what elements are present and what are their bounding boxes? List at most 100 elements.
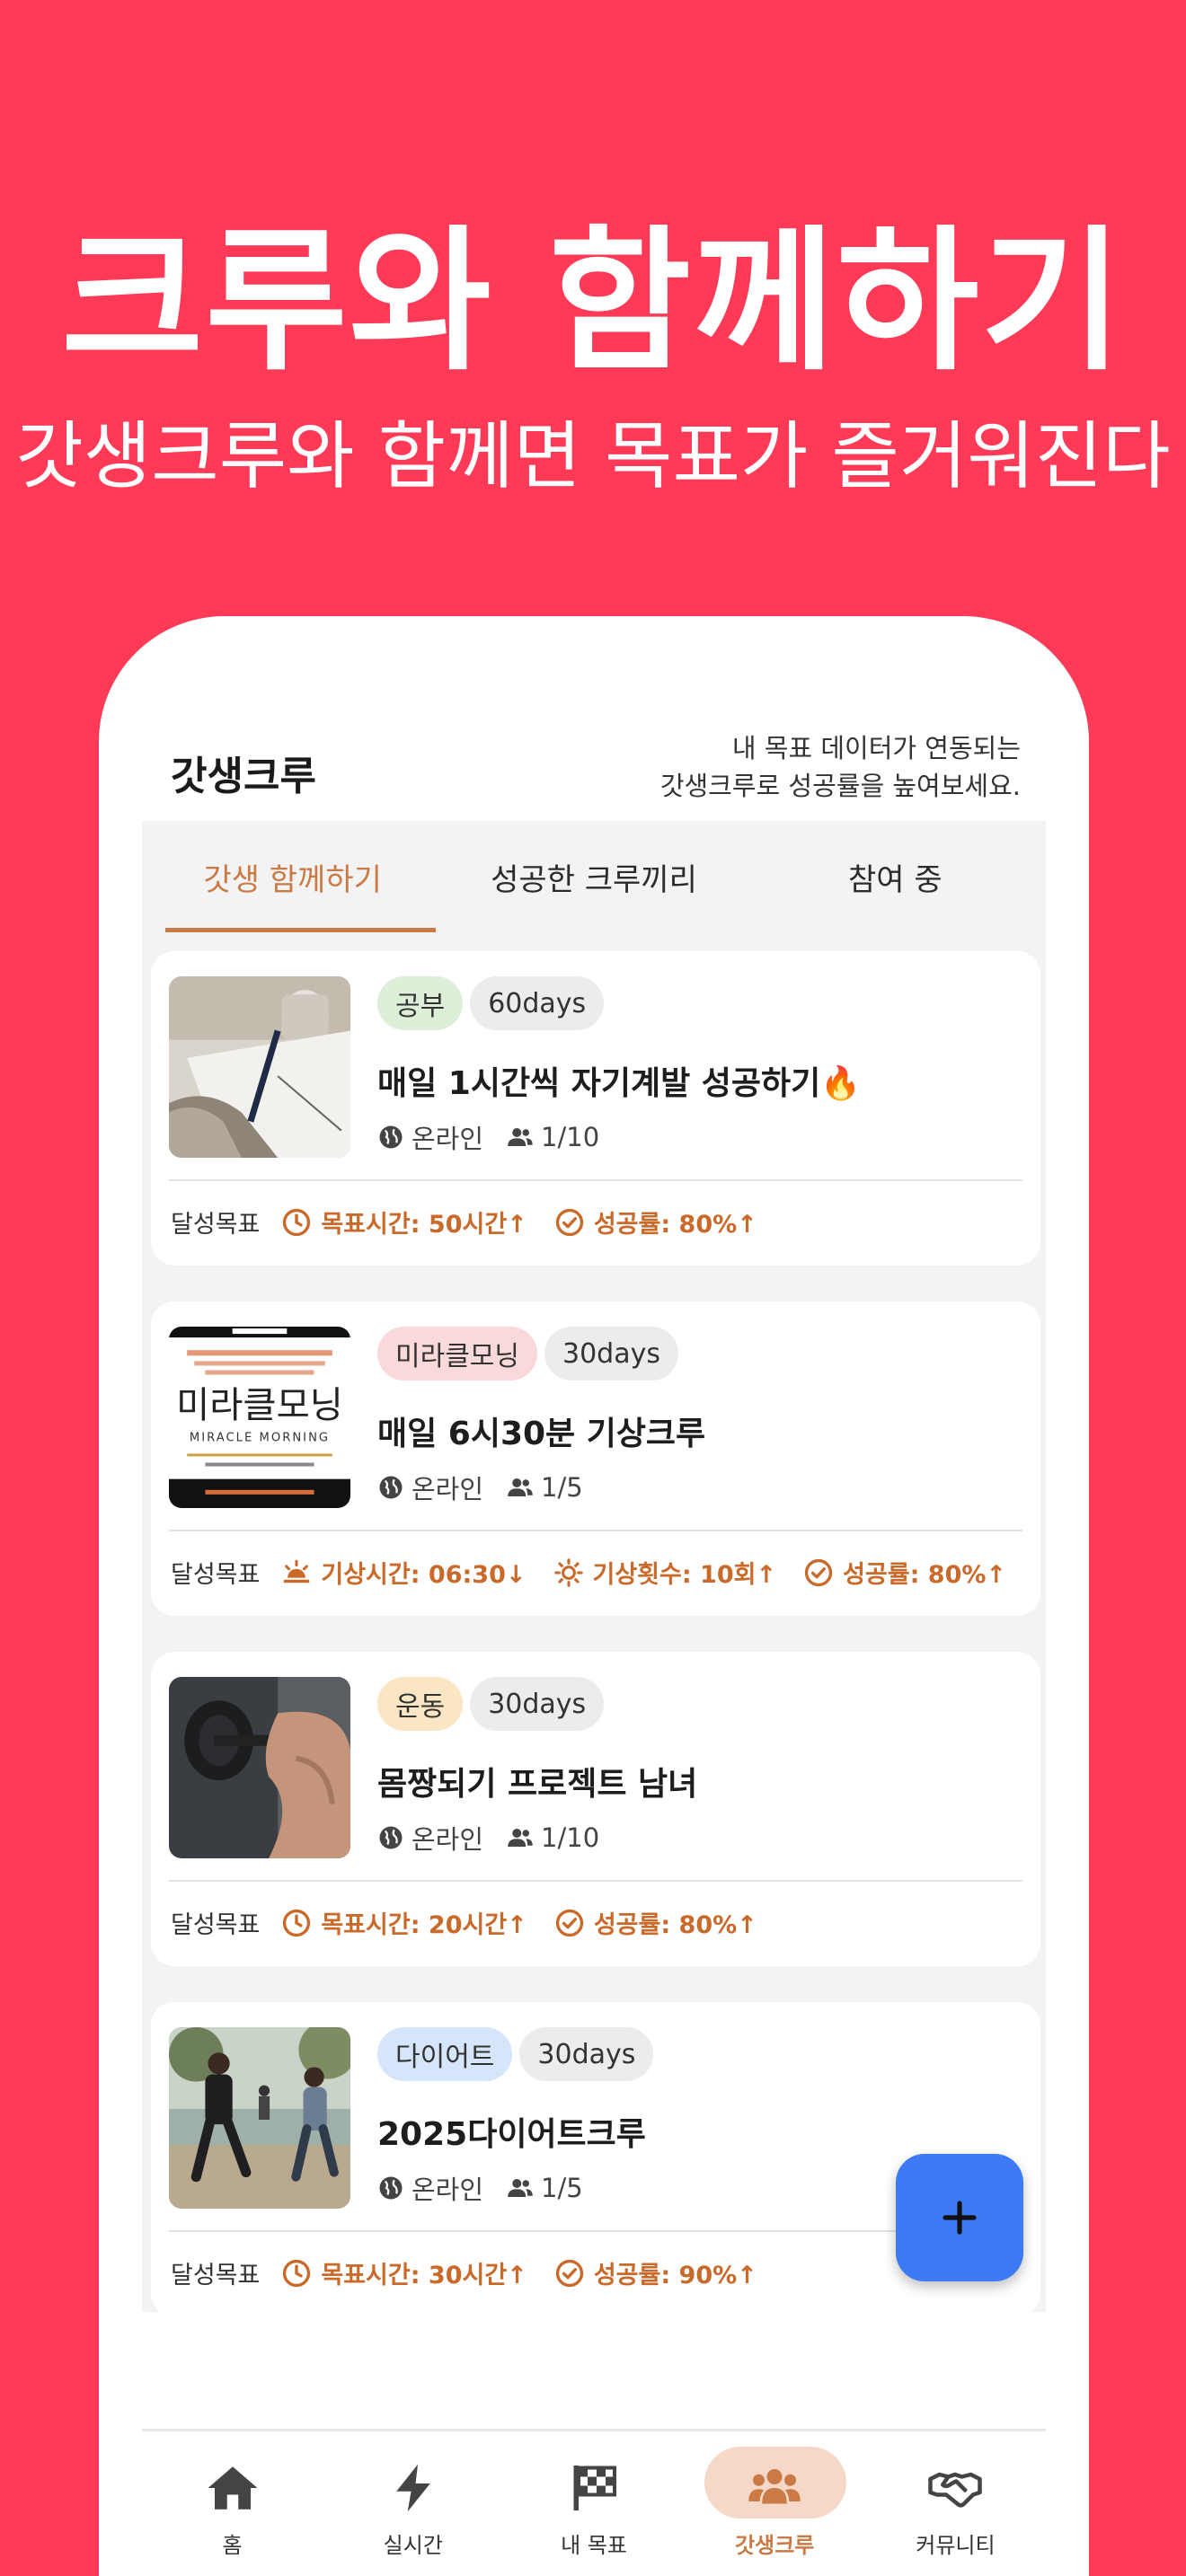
check-circle-icon xyxy=(555,1208,583,1236)
bolt-icon xyxy=(396,2464,430,2512)
phone-frame: 갓생크루 내 목표 데이터가 연동되는 갓생크루로 성공률을 높여보세요. 갓생… xyxy=(99,616,1089,2576)
card-divider xyxy=(169,1179,1022,1181)
group-icon xyxy=(748,2469,801,2504)
duration-badge: 30days xyxy=(470,1677,605,1731)
people-icon xyxy=(508,2179,533,2197)
nav-realtime[interactable]: 실시간 xyxy=(323,2439,503,2576)
nav-home[interactable]: 홈 xyxy=(142,2439,323,2576)
book-title: 미라클모닝 xyxy=(176,1383,343,1426)
goal-success-text: 성공률: 90%↑ xyxy=(593,2262,757,2289)
nav-community-label: 커뮤니티 xyxy=(916,2533,996,2558)
crew-thumbnail-study xyxy=(169,976,350,1158)
goal-time: 목표시간: 20시간↑ xyxy=(281,1905,527,1940)
globe-icon xyxy=(379,1826,403,1849)
crew-members: 1/10 xyxy=(541,1822,600,1853)
nav-community[interactable]: 커뮤니티 xyxy=(865,2439,1046,2576)
card-divider xyxy=(169,1530,1022,1531)
sun-icon xyxy=(553,1557,583,1587)
goal-time-text: 목표시간: 30시간↑ xyxy=(321,2262,527,2289)
crew-title: 몸짱되기 프로젝트 남녀 xyxy=(377,1766,698,1803)
people-icon xyxy=(508,1829,533,1847)
check-circle-icon xyxy=(555,2259,583,2287)
crew-tags: 다이어트 30days xyxy=(377,2027,654,2081)
header-desc-line2: 갓생크루로 성공률을 높여보세요. xyxy=(659,771,1021,801)
goal-success-rate: 성공률: 90%↑ xyxy=(554,2255,757,2290)
app-header: 갓생크루 내 목표 데이터가 연동되는 갓생크루로 성공률을 높여보세요. xyxy=(142,724,1042,814)
crew-members: 1/5 xyxy=(541,1472,583,1503)
crew-tags: 미라클모닝 30days xyxy=(377,1327,678,1381)
page-title: 갓생크루 xyxy=(171,754,316,799)
globe-icon xyxy=(379,1125,403,1149)
crew-tags: 공부 60days xyxy=(377,976,605,1030)
goal-time: 목표시간: 50시간↑ xyxy=(281,1204,527,1239)
goal-success-rate: 성공률: 80%↑ xyxy=(554,1905,757,1940)
crew-thumbnail-miracle-morning: 미라클모닝 MIRACLE MORNING xyxy=(169,1327,350,1508)
add-crew-button[interactable] xyxy=(896,2154,1023,2281)
crew-title: 매일 1시간씩 자기계발 성공하기🔥 xyxy=(377,1065,862,1102)
goal-label: 달성목표 xyxy=(171,1211,261,1239)
goal-row: 달성목표 기상시간: 06:30↓ 기상횟수: 10회↑ 성공률: 80%↑ xyxy=(171,1555,1033,1590)
clock-icon xyxy=(283,2259,311,2287)
tab-successful-crews[interactable]: 성공한 크루끼리 xyxy=(443,821,744,932)
crew-thumbnail-workout xyxy=(169,1677,350,1858)
category-badge: 공부 xyxy=(377,976,464,1030)
crew-card[interactable]: 운동 30days 몸짱되기 프로젝트 남녀 온라인 1/10 달성목표 목표시… xyxy=(151,1652,1040,1966)
crew-card[interactable]: 미라클모닝 MIRACLE MORNING 미라클모닝 30days 매일 6시… xyxy=(151,1301,1040,1616)
goal-wake-count-text: 기상횟수: 10회↑ xyxy=(592,1561,777,1589)
tab-together[interactable]: 갓생 함께하기 xyxy=(142,821,443,932)
goal-wake-time-text: 기상시간: 06:30↓ xyxy=(321,1561,527,1589)
tab-participating[interactable]: 참여 중 xyxy=(745,821,1046,932)
crew-location: 온라인 xyxy=(412,1474,484,1504)
nav-crew[interactable]: 갓생크루 xyxy=(685,2439,865,2576)
crew-meta: 온라인 1/5 xyxy=(377,1469,583,1506)
duration-badge: 30days xyxy=(544,1327,678,1381)
category-badge: 다이어트 xyxy=(377,2027,513,2081)
crew-card[interactable]: 공부 60days 매일 1시간씩 자기계발 성공하기🔥 온라인 1/10 달성… xyxy=(151,951,1040,1266)
tab-bar: 갓생 함께하기 성공한 크루끼리 참여 중 xyxy=(142,821,1046,932)
crew-location: 온라인 xyxy=(412,1824,484,1855)
goal-time-text: 목표시간: 20시간↑ xyxy=(321,1911,527,1939)
nav-crew-label: 갓생크루 xyxy=(735,2533,815,2558)
goal-success-text: 성공률: 80%↑ xyxy=(593,1211,757,1239)
hero-title: 크루와 함께하기 xyxy=(61,211,1125,392)
globe-icon xyxy=(379,2176,403,2200)
bottom-nav: 홈 실시간 내 목표 갓생크루 커뮤니티 xyxy=(142,2439,1046,2576)
crew-content: 갓생 함께하기 성공한 크루끼리 참여 중 공부 60days 매일 1시간씩 … xyxy=(142,821,1046,2316)
people-icon xyxy=(508,1478,533,1496)
category-badge: 미라클모닝 xyxy=(377,1327,537,1381)
crew-meta: 온라인 1/10 xyxy=(377,1118,599,1156)
hero-subtitle: 갓생크루와 함께면 목표가 즐거워진다 xyxy=(15,414,1171,499)
book-subtitle: MIRACLE MORNING xyxy=(190,1431,330,1444)
goal-success-text: 성공률: 80%↑ xyxy=(843,1561,1007,1589)
goal-success-rate: 성공률: 80%↑ xyxy=(554,1204,757,1239)
crew-meta: 온라인 1/5 xyxy=(377,2169,583,2207)
goal-row: 달성목표 목표시간: 30시간↑ 성공률: 90%↑ xyxy=(171,2255,784,2290)
goal-row: 달성목표 목표시간: 20시간↑ 성공률: 80%↑ xyxy=(171,1905,784,1940)
checkered-flag-icon xyxy=(573,2466,616,2510)
duration-badge: 60days xyxy=(470,976,605,1030)
nav-my-goals[interactable]: 내 목표 xyxy=(503,2439,684,2576)
goal-success-rate: 성공률: 80%↑ xyxy=(803,1555,1006,1590)
header-desc-line1: 내 목표 데이터가 연동되는 xyxy=(731,733,1021,763)
goal-time-text: 목표시간: 50시간↑ xyxy=(321,1211,527,1239)
people-icon xyxy=(508,1128,533,1146)
duration-badge: 30days xyxy=(519,2027,654,2081)
goal-success-text: 성공률: 80%↑ xyxy=(593,1911,757,1939)
nav-home-label: 홈 xyxy=(222,2533,243,2558)
sunrise-icon xyxy=(284,1559,310,1583)
nav-realtime-label: 실시간 xyxy=(383,2533,443,2558)
goal-label: 달성목표 xyxy=(171,2262,261,2289)
goal-wake-count: 기상횟수: 10회↑ xyxy=(553,1555,777,1590)
goal-wake-time: 기상시간: 06:30↓ xyxy=(281,1555,527,1590)
crew-thumbnail-running xyxy=(169,2027,350,2209)
nav-my-goals-label: 내 목표 xyxy=(561,2533,627,2558)
goal-label: 달성목표 xyxy=(171,1561,261,1589)
handshake-icon xyxy=(928,2472,983,2508)
nav-divider xyxy=(142,2429,1046,2431)
home-icon xyxy=(208,2466,258,2510)
crew-location: 온라인 xyxy=(412,2175,484,2205)
check-circle-icon xyxy=(804,1558,833,1586)
check-circle-icon xyxy=(555,1909,583,1936)
crew-title: 2025다이어트크루 xyxy=(377,2116,646,2153)
goal-time: 목표시간: 30시간↑ xyxy=(281,2255,527,2290)
